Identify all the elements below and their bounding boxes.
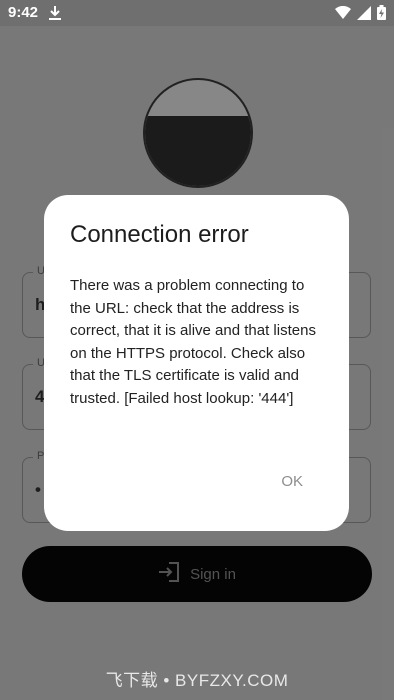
status-bar: 9:42 <box>0 0 394 26</box>
ok-button[interactable]: OK <box>275 469 309 494</box>
dialog-title: Connection error <box>70 221 249 248</box>
battery-icon <box>377 5 386 25</box>
connection-error-dialog: Connection error There was a problem con… <box>44 195 349 531</box>
status-icons <box>335 5 386 25</box>
signal-icon <box>357 5 371 25</box>
dialog-message: There was a problem connecting to the UR… <box>70 277 316 407</box>
download-icon <box>48 5 62 26</box>
status-time: 9:42 <box>8 4 39 21</box>
watermark: 飞下载 • BYFZXY.COM <box>105 671 289 690</box>
wifi-icon <box>335 5 351 25</box>
